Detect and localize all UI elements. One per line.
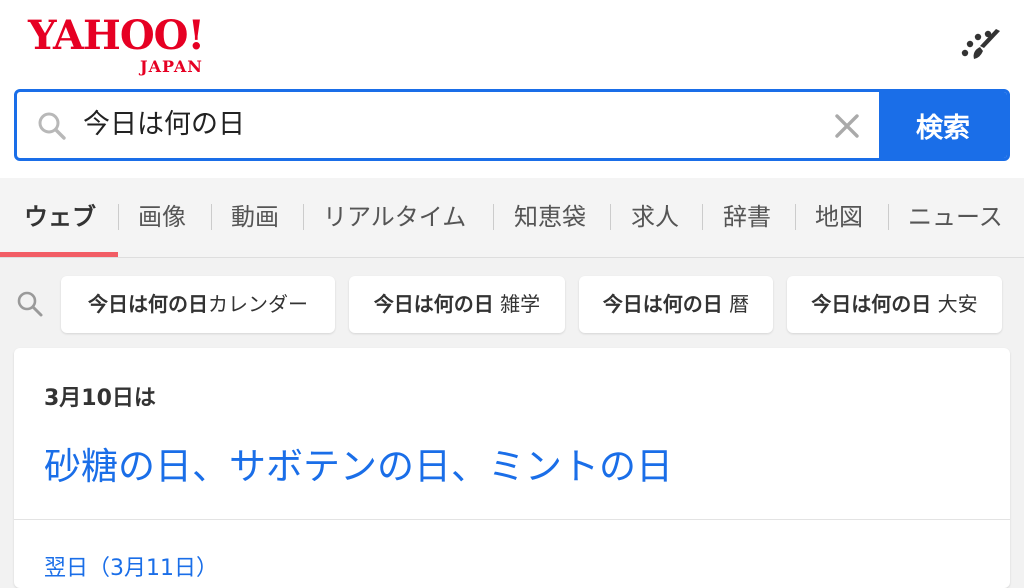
tab-chiebukuro[interactable]: 知恵袋	[514, 178, 586, 258]
brush-palette-icon	[961, 29, 1000, 59]
tab-divider	[211, 204, 212, 230]
tab-dictionary[interactable]: 辞書	[723, 178, 771, 258]
close-icon[interactable]	[829, 108, 865, 144]
search-icon	[38, 112, 66, 140]
tab-web[interactable]: ウェブ	[24, 178, 96, 258]
tab-divider	[303, 204, 304, 230]
header: YAHOO! JAPAN 検索	[0, 0, 1024, 178]
tab-map[interactable]: 地図	[815, 178, 863, 258]
suggestion-chip[interactable]: 今日は何の日 暦	[579, 276, 773, 333]
tab-jobs[interactable]: 求人	[631, 178, 679, 258]
logo-sub-text: JAPAN	[140, 57, 203, 76]
card-divider	[14, 519, 1010, 520]
next-day-link[interactable]: 翌日（3月11日）	[44, 550, 218, 582]
suggestion-rest-text: カレンダー	[208, 292, 308, 316]
tab-divider	[795, 204, 796, 230]
tab-divider	[702, 204, 703, 230]
suggestion-bold-text: 今日は何の日	[811, 292, 932, 316]
suggestion-bold-text: 今日は何の日	[602, 292, 723, 316]
search-input[interactable]	[83, 100, 813, 150]
suggestion-rest-text: 大安	[931, 292, 978, 316]
search-button[interactable]: 検索	[879, 92, 1007, 158]
suggestion-bold-text: 今日は何の日	[88, 292, 208, 316]
search-bar: 検索	[14, 89, 1010, 161]
tab-divider	[118, 204, 119, 230]
search-icon	[17, 291, 43, 317]
tab-divider	[610, 204, 611, 230]
suggestion-chip[interactable]: 今日は何の日カレンダー	[61, 276, 335, 333]
suggestion-chip[interactable]: 今日は何の日 大安	[787, 276, 1002, 333]
tab-news[interactable]: ニュース	[908, 178, 1003, 258]
search-category-tabs: ウェブ 画像 動画 リアルタイム 知恵袋 求人 辞書 地図 ニュース	[0, 178, 1024, 258]
tab-divider	[493, 204, 494, 230]
suggestion-bold-text: 今日は何の日	[373, 292, 494, 316]
tab-images[interactable]: 画像	[138, 178, 186, 258]
tab-realtime[interactable]: リアルタイム	[323, 178, 466, 258]
tab-video[interactable]: 動画	[231, 178, 279, 258]
logo-main-text: YAHOO!	[28, 12, 205, 59]
suggestion-rest-text: 雑学	[493, 292, 541, 316]
suggestion-rest-text: 暦	[722, 292, 750, 316]
day-names-link[interactable]: 砂糖の日、サボテンの日、ミントの日	[44, 436, 673, 490]
tab-divider	[888, 204, 889, 230]
yahoo-japan-logo[interactable]: YAHOO! JAPAN	[28, 12, 228, 76]
active-tab-indicator	[0, 252, 118, 257]
suggestion-chip[interactable]: 今日は何の日 雑学	[349, 276, 565, 333]
date-label: 3月10日は	[44, 386, 156, 411]
theme-brush-button[interactable]	[958, 24, 1006, 64]
